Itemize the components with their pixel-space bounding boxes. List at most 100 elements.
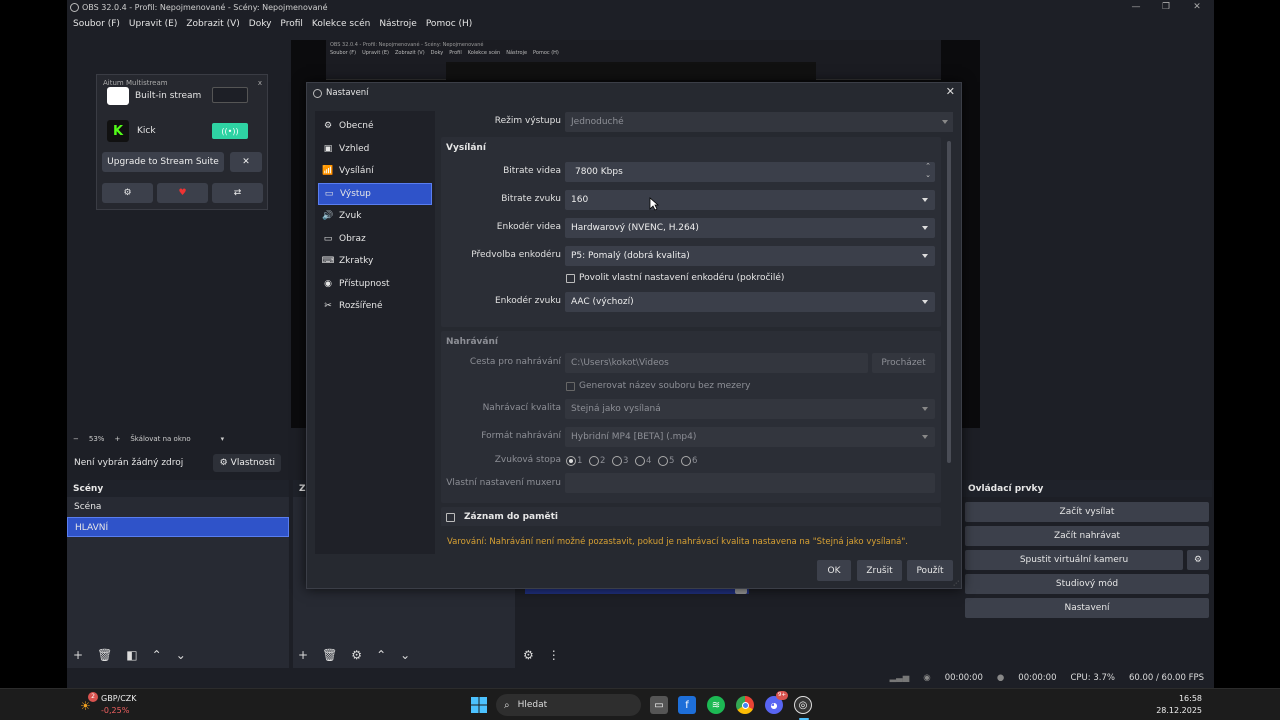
trash-icon[interactable]: 🗑: [97, 648, 112, 662]
taskbar-search[interactable]: ⌕ Hledat: [496, 694, 641, 716]
output-mode-select[interactable]: Jednoduché: [565, 112, 953, 132]
windows-start-icon[interactable]: [470, 696, 488, 714]
muxer-settings-input[interactable]: [565, 473, 935, 493]
chevron-down-icon[interactable]: ⌄: [176, 648, 186, 662]
spotify-icon[interactable]: ≋: [707, 696, 725, 714]
nav-item-hotkeys[interactable]: ⌨ Zkratky: [315, 250, 435, 273]
apply-button[interactable]: Použít: [907, 560, 953, 581]
audio-track-radio-2[interactable]: [589, 456, 599, 466]
weather-widget-icon[interactable]: ☀ 2: [80, 692, 98, 713]
maximize-button[interactable]: ❐: [1151, 0, 1181, 15]
settings-scrollbar[interactable]: [947, 141, 951, 463]
nav-item-output[interactable]: ▭ Výstup: [318, 182, 432, 205]
audio-track-label-5: 5: [669, 456, 675, 466]
multistream-close-button[interactable]: x: [258, 79, 262, 87]
audio-track-radio-5[interactable]: [658, 456, 668, 466]
audio-track-radio-1[interactable]: [566, 456, 576, 466]
clock-date[interactable]: 28.12.2025: [1156, 706, 1202, 715]
obs-logo-icon: [70, 3, 79, 12]
nav-item-audio[interactable]: 🔊 Zvuk: [315, 205, 435, 228]
nav-item-advanced[interactable]: ✂ Rozšířené: [315, 295, 435, 318]
close-button[interactable]: ✕: [1182, 0, 1212, 15]
chevron-down-icon: [922, 198, 928, 202]
video-encoder-value: Hardwarový (NVENC, H.264): [571, 223, 699, 233]
chevron-up-icon[interactable]: ⌃: [376, 648, 386, 662]
app-f-icon[interactable]: f: [678, 696, 696, 714]
recording-path-input[interactable]: C:\Users\kokot\Videos: [565, 353, 868, 373]
clock-time[interactable]: 16:58: [1179, 694, 1202, 703]
nested-title: OBS 32.0.4 - Profil: Nepojmenované - Scé…: [330, 42, 484, 48]
multistream-donate-button[interactable]: ♥: [157, 183, 208, 203]
scene-item[interactable]: Scéna: [67, 497, 289, 517]
trash-icon[interactable]: 🗑: [322, 648, 337, 662]
nav-item-stream[interactable]: 📶 Vysílání: [315, 160, 435, 183]
builtin-stream-toggle[interactable]: [212, 87, 248, 103]
gear-icon: ⚙: [1193, 555, 1203, 565]
upgrade-stream-suite-button[interactable]: Upgrade to Stream Suite: [102, 152, 224, 172]
obs-taskbar-icon[interactable]: ◎: [794, 696, 812, 714]
audio-track-radio-3[interactable]: [612, 456, 622, 466]
properties-button[interactable]: ⚙ Vlastnosti: [213, 454, 282, 472]
nav-item-accessibility[interactable]: ◉ Přístupnost: [315, 273, 435, 296]
dismiss-upgrade-button[interactable]: ✕: [230, 152, 262, 172]
video-bitrate-spinbox[interactable]: 7800 Kbps ⌃ ⌄: [565, 162, 935, 182]
audio-track-radio-6[interactable]: [681, 456, 691, 466]
zoom-in-button[interactable]: +: [114, 435, 120, 443]
ok-button[interactable]: OK: [817, 560, 851, 581]
add-icon[interactable]: +: [73, 648, 83, 662]
chevron-down-icon[interactable]: ▾: [221, 435, 225, 443]
virtual-camera-settings-button[interactable]: ⚙: [1187, 550, 1209, 570]
browse-button[interactable]: Procházet: [872, 353, 935, 373]
menu-edit[interactable]: Upravit (E): [129, 19, 177, 29]
recording-format-select[interactable]: Hybridní MP4 [BETA] (.mp4): [565, 427, 935, 447]
chevron-down-icon: [922, 435, 928, 439]
kick-live-toggle[interactable]: ((•)): [212, 123, 248, 139]
encoder-preset-select[interactable]: P5: Pomalý (dobrá kvalita): [565, 246, 935, 266]
studio-mode-button[interactable]: Studiový mód: [965, 574, 1209, 594]
multistream-settings-button[interactable]: ⚙: [102, 183, 153, 203]
start-streaming-button[interactable]: Začít vysílat: [965, 502, 1209, 522]
nav-item-appearance[interactable]: ▣ Vzhled: [315, 138, 435, 161]
audio-bitrate-select[interactable]: 160: [565, 190, 935, 210]
nav-item-video[interactable]: ▭ Obraz: [315, 228, 435, 251]
more-icon[interactable]: ⋮: [548, 648, 560, 662]
audio-track-radio-4[interactable]: [635, 456, 645, 466]
discord-icon[interactable]: ◕ 9+: [765, 691, 788, 714]
settings-button[interactable]: Nastavení: [965, 598, 1209, 618]
menu-tools[interactable]: Nástroje: [379, 19, 417, 29]
recording-quality-label: Nahrávací kvalita: [482, 403, 561, 413]
advanced-audio-icon[interactable]: ⚙: [523, 648, 534, 662]
recording-quality-select[interactable]: Stejná jako vysílaná: [565, 399, 935, 419]
menu-help[interactable]: Pomoc (H): [426, 19, 473, 29]
dialog-close-button[interactable]: ✕: [946, 85, 955, 98]
menu-scene-collection[interactable]: Kolekce scén: [312, 19, 370, 29]
cancel-button[interactable]: Zrušit: [857, 560, 902, 581]
filter-icon[interactable]: ◧: [126, 648, 137, 662]
chevron-down-icon[interactable]: ⌄: [400, 648, 410, 662]
minimize-button[interactable]: —: [1121, 0, 1151, 15]
spin-arrows-icon[interactable]: ⌃ ⌄: [925, 162, 931, 180]
menu-docks[interactable]: Doky: [249, 19, 272, 29]
zoom-out-button[interactable]: −: [73, 435, 79, 443]
multistream-share-button[interactable]: ⇄: [212, 183, 263, 203]
menu-file[interactable]: Soubor (F): [73, 19, 120, 29]
nav-item-general[interactable]: ⚙ Obecné: [315, 115, 435, 138]
chevron-up-icon[interactable]: ⌃: [152, 648, 162, 662]
chrome-icon[interactable]: [736, 696, 754, 714]
add-icon[interactable]: +: [298, 648, 308, 662]
task-view-icon[interactable]: ▭: [650, 696, 668, 714]
video-encoder-select[interactable]: Hardwarový (NVENC, H.264): [565, 218, 935, 238]
custom-encoder-checkbox[interactable]: [566, 274, 575, 283]
audio-encoder-select[interactable]: AAC (výchozí): [565, 292, 935, 312]
start-virtual-camera-button[interactable]: Spustit virtuální kameru: [965, 550, 1183, 570]
title-bar: OBS 32.0.4 - Profil: Nepojmenované - Scé…: [67, 0, 1214, 15]
resize-grip-icon[interactable]: ⋰: [953, 580, 959, 587]
scene-item[interactable]: HLAVNÍ: [67, 517, 289, 537]
menu-profile[interactable]: Profil: [280, 19, 302, 29]
start-recording-button[interactable]: Začít nahrávat: [965, 526, 1209, 546]
scale-mode-select[interactable]: Škálovat na okno: [130, 435, 190, 443]
no-space-filename-checkbox[interactable]: [566, 382, 575, 391]
replay-buffer-checkbox[interactable]: [446, 513, 455, 522]
menu-view[interactable]: Zobrazit (V): [186, 19, 239, 29]
gear-icon[interactable]: ⚙: [351, 648, 362, 662]
